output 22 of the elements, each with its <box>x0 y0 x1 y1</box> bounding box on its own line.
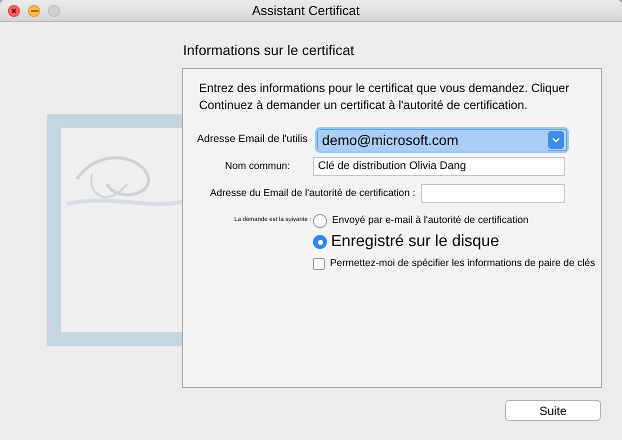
option-label: Envoyé par e-mail à l'autorité de certification <box>332 214 528 228</box>
field-label: Nom commun: <box>224 160 292 174</box>
checkbox[interactable] <box>313 258 325 270</box>
chevron-down-icon <box>548 131 564 149</box>
field-label: Adresse Email de l'utilis <box>196 132 309 148</box>
close-button[interactable] <box>8 4 20 16</box>
option-label: Enregistré sur le disque <box>331 232 500 252</box>
radio-button[interactable] <box>313 214 327 228</box>
minimize-icon <box>30 10 38 12</box>
next-button[interactable]: Suite <box>505 400 601 421</box>
radio-button[interactable] <box>313 235 327 249</box>
field-label: Adresse du Email de l'autorité de certification : <box>209 187 416 201</box>
zoom-button[interactable] <box>48 4 60 16</box>
intro-text: Entrez des informations pour le certificat que vous demandez. Cliquer Continuez à demander un certificat à l'autorité de certification. <box>199 80 570 114</box>
text-field[interactable] <box>421 184 565 203</box>
minimize-button[interactable] <box>28 4 40 16</box>
email-dropdown[interactable]: demo@microsoft.com <box>317 129 567 151</box>
option-label: Permettez-moi de spécifier les informations de paire de clés <box>330 257 596 271</box>
close-icon <box>11 8 17 14</box>
section-heading: Informations sur le certificat <box>183 41 356 60</box>
window-title: Assistant Certificat <box>252 2 360 20</box>
text-field[interactable]: Clé de distribution Olivia Dang <box>313 157 565 176</box>
